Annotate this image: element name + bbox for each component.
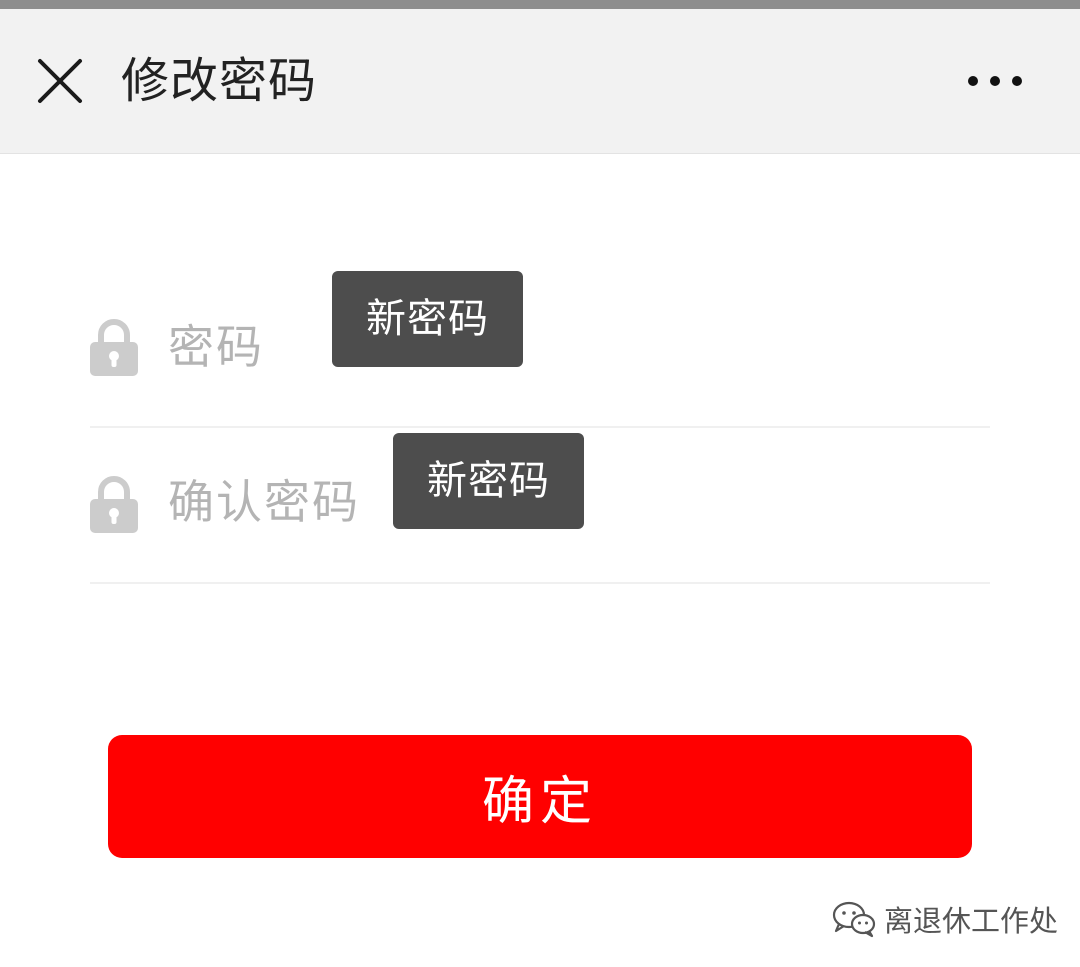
confirm-password-divider bbox=[90, 582, 990, 584]
nav-bar: 修改密码 bbox=[0, 9, 1080, 154]
watermark: 离退休工作处 bbox=[832, 896, 1058, 942]
lock-icon bbox=[90, 476, 138, 533]
lock-icon bbox=[90, 319, 138, 376]
close-icon bbox=[38, 59, 82, 103]
close-button[interactable] bbox=[30, 51, 90, 111]
confirm-button[interactable]: 确定 bbox=[108, 735, 972, 858]
password-divider bbox=[90, 426, 990, 428]
more-dots-icon bbox=[968, 76, 1022, 86]
confirm-password-tooltip: 新密码 bbox=[393, 433, 584, 529]
wechat-icon bbox=[832, 901, 876, 938]
more-button[interactable] bbox=[958, 61, 1032, 101]
password-row bbox=[90, 298, 990, 428]
status-bar-strip bbox=[0, 0, 1080, 9]
password-input[interactable] bbox=[168, 315, 968, 379]
page-title: 修改密码 bbox=[121, 53, 318, 109]
watermark-text: 离退休工作处 bbox=[884, 904, 1059, 938]
password-tooltip: 新密码 bbox=[332, 271, 523, 367]
